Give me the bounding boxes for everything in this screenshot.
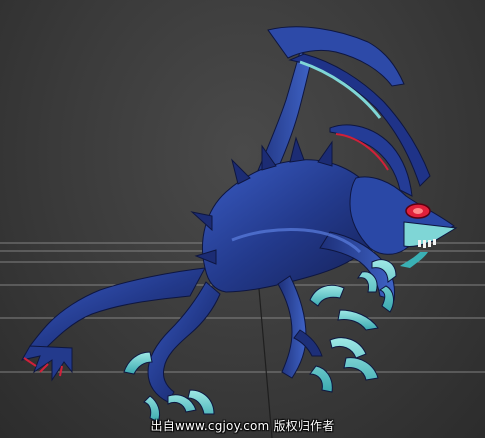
creature-model [21, 26, 458, 423]
creature-rear-leg [147, 281, 221, 403]
watermark-caption: 出自www.cgjoy.com 版权归作者 [150, 419, 335, 433]
3d-viewport: 出自www.cgjoy.com 版权归作者 [0, 0, 485, 438]
creature-torso [202, 159, 382, 293]
creature-front-claw [309, 337, 379, 393]
viewport-scene [0, 26, 485, 438]
creature-left-arm [277, 275, 307, 379]
